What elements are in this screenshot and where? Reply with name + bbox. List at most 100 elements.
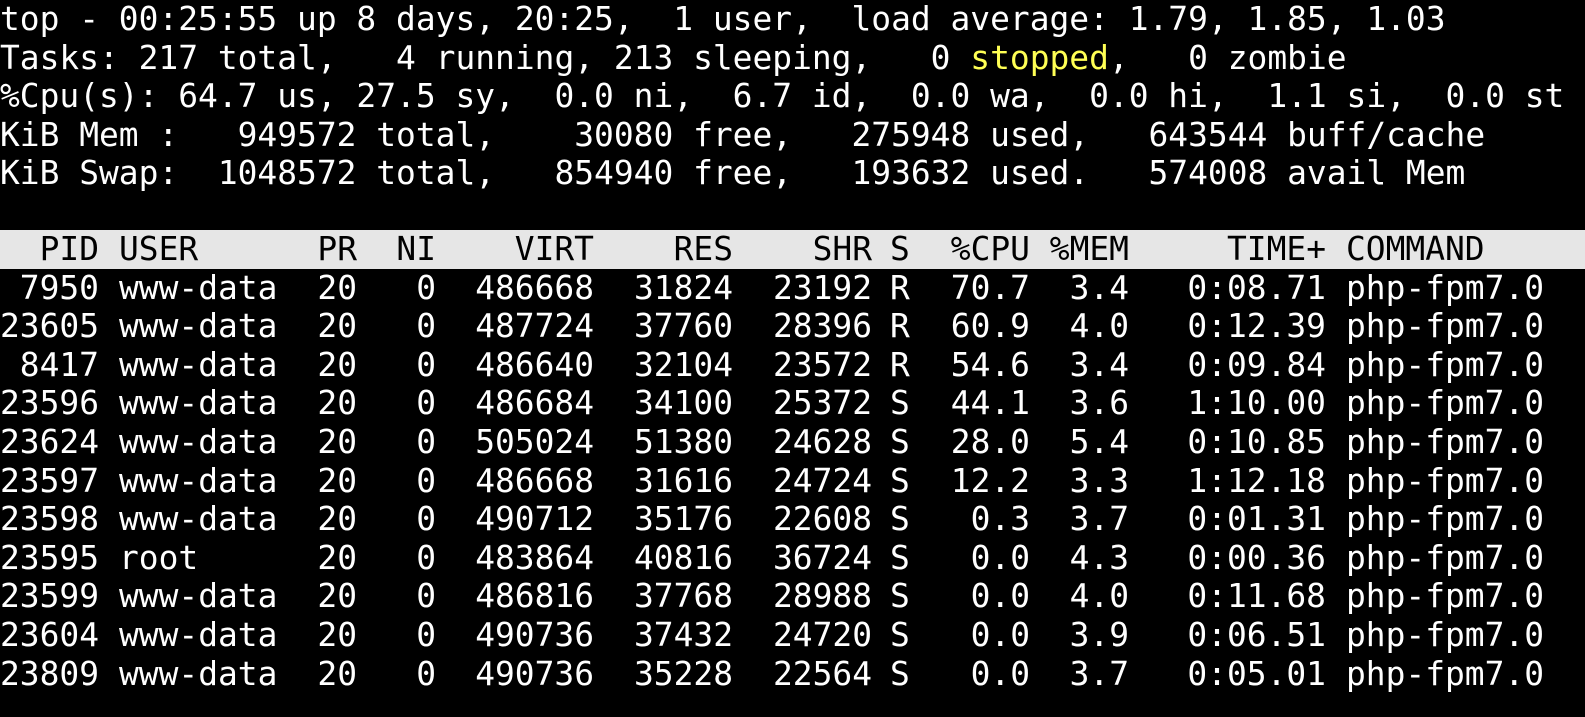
cell-time: 0:08.71 — [1187, 267, 1326, 307]
cell-mem: 4.0 — [1069, 306, 1129, 346]
cell-user: www-data — [119, 306, 278, 346]
cell-res: 31616 — [633, 460, 733, 500]
cell-pid: 23605 — [0, 306, 100, 346]
cell-state: S — [890, 499, 910, 539]
cell-user: www-data — [119, 460, 278, 500]
cell-mem: 4.3 — [1069, 537, 1129, 577]
cell-virt: 487724 — [475, 306, 594, 346]
cell-mem: 3.6 — [1069, 383, 1129, 423]
cell-user: www-data — [119, 499, 278, 539]
cell-res: 32104 — [633, 344, 733, 384]
terminal-window: top - 00:25:55 up 8 days, 20:25, 1 user,… — [0, 0, 1585, 717]
cell-ni: 0 — [416, 267, 436, 307]
cell-pr: 20 — [317, 267, 357, 307]
header-cpu: %CPU — [950, 229, 1030, 268]
process-table-header: PID USER PR NI VIRT RES SHR S %CPU %MEM … — [0, 229, 1585, 269]
cell-time: 0:09.84 — [1187, 344, 1326, 384]
cell-time: 0:10.85 — [1187, 421, 1326, 461]
cell-user: www-data — [119, 267, 278, 307]
cell-cpu: 0.0 — [970, 576, 1030, 616]
cell-ni: 0 — [416, 576, 436, 616]
cell-ni: 0 — [416, 306, 436, 346]
mem-line: KiB Mem : 949572 total, 30080 free, 2759… — [0, 114, 1486, 154]
cell-virt: 486668 — [475, 267, 594, 307]
cell-state: S — [890, 383, 910, 423]
cell-shr: 23192 — [772, 267, 872, 307]
cell-virt: 490736 — [475, 614, 594, 654]
cell-pid: 23624 — [0, 421, 100, 461]
cell-time: 1:10.00 — [1187, 383, 1326, 423]
cell-mem: 3.7 — [1069, 653, 1129, 693]
cell-pid: 23596 — [0, 383, 100, 423]
cell-state: S — [890, 614, 910, 654]
cell-ni: 0 — [416, 421, 436, 461]
cell-virt: 486816 — [475, 576, 594, 616]
cell-mem: 3.4 — [1069, 344, 1129, 384]
cell-cpu: 12.2 — [950, 460, 1030, 500]
cell-res: 37760 — [633, 306, 733, 346]
tasks-line: Tasks: 217 total, 4 running, 213 sleepin… — [0, 37, 1347, 78]
cell-time: 0:01.31 — [1187, 499, 1326, 539]
cell-virt: 486684 — [475, 383, 594, 423]
cell-shr: 23572 — [772, 344, 872, 384]
cell-state: R — [890, 267, 910, 307]
cell-user: www-data — [119, 421, 278, 461]
header-res: RES — [673, 229, 733, 268]
cell-pid: 23598 — [0, 499, 100, 539]
header-pr: PR — [317, 229, 357, 268]
cell-time: 0:06.51 — [1187, 614, 1326, 654]
cell-virt: 505024 — [475, 421, 594, 461]
cell-command: php-fpm7.0 — [1346, 267, 1545, 307]
cell-cpu: 60.9 — [950, 306, 1030, 346]
cell-shr: 24724 — [772, 460, 872, 500]
process-table-body: 7950 www-data 20 0 486668 31824 23192 R … — [0, 267, 1585, 694]
header-pid: PID — [39, 229, 99, 268]
cell-pid: 23597 — [0, 460, 100, 500]
cell-pr: 20 — [317, 421, 357, 461]
cell-pr: 20 — [317, 460, 357, 500]
cell-ni: 0 — [416, 653, 436, 693]
tasks-prefix: Tasks: 217 total, 4 running, 213 sleepin… — [0, 37, 971, 77]
cell-shr: 22564 — [772, 653, 872, 693]
cell-mem: 3.3 — [1069, 460, 1129, 500]
cell-time: 1:12.18 — [1187, 460, 1326, 500]
process-row: 23624 www-data 20 0 505024 51380 24628 S… — [0, 421, 1585, 462]
cell-pr: 20 — [317, 576, 357, 616]
cell-virt: 490736 — [475, 653, 594, 693]
cell-state: S — [890, 576, 910, 616]
cell-res: 31824 — [633, 267, 733, 307]
cell-command: php-fpm7.0 — [1346, 537, 1545, 577]
process-row: 23604 www-data 20 0 490736 37432 24720 S… — [0, 614, 1585, 655]
cell-pid: 23599 — [0, 576, 100, 616]
cell-user: www-data — [119, 576, 278, 616]
cell-res: 40816 — [633, 537, 733, 577]
cell-pr: 20 — [317, 614, 357, 654]
cell-virt: 483864 — [475, 537, 594, 577]
cell-res: 37768 — [633, 576, 733, 616]
cell-pid: 23595 — [0, 537, 100, 577]
cell-pid: 8417 — [19, 344, 99, 384]
process-row: 23595 root 20 0 483864 40816 36724 S 0.0… — [0, 537, 1585, 578]
cell-shr: 25372 — [772, 383, 872, 423]
cell-user: root — [119, 537, 199, 577]
cell-shr: 22608 — [772, 499, 872, 539]
header-virt: VIRT — [514, 229, 594, 268]
header-state: S — [890, 229, 910, 268]
cell-shr: 28396 — [772, 306, 872, 346]
cell-virt: 486668 — [475, 460, 594, 500]
cell-res: 35176 — [633, 499, 733, 539]
cell-pr: 20 — [317, 344, 357, 384]
cell-shr: 24720 — [772, 614, 872, 654]
cell-virt: 490712 — [475, 499, 594, 539]
cell-command: php-fpm7.0 — [1346, 460, 1545, 500]
cell-state: S — [890, 421, 910, 461]
cell-command: php-fpm7.0 — [1346, 383, 1545, 423]
cell-pr: 20 — [317, 653, 357, 693]
tasks-suffix: , 0 zombie — [1108, 37, 1347, 77]
cell-ni: 0 — [416, 499, 436, 539]
cell-command: php-fpm7.0 — [1346, 653, 1545, 693]
cell-command: php-fpm7.0 — [1346, 499, 1545, 539]
header-ni: NI — [396, 229, 436, 268]
cell-command: php-fpm7.0 — [1346, 576, 1545, 616]
cell-res: 37432 — [633, 614, 733, 654]
